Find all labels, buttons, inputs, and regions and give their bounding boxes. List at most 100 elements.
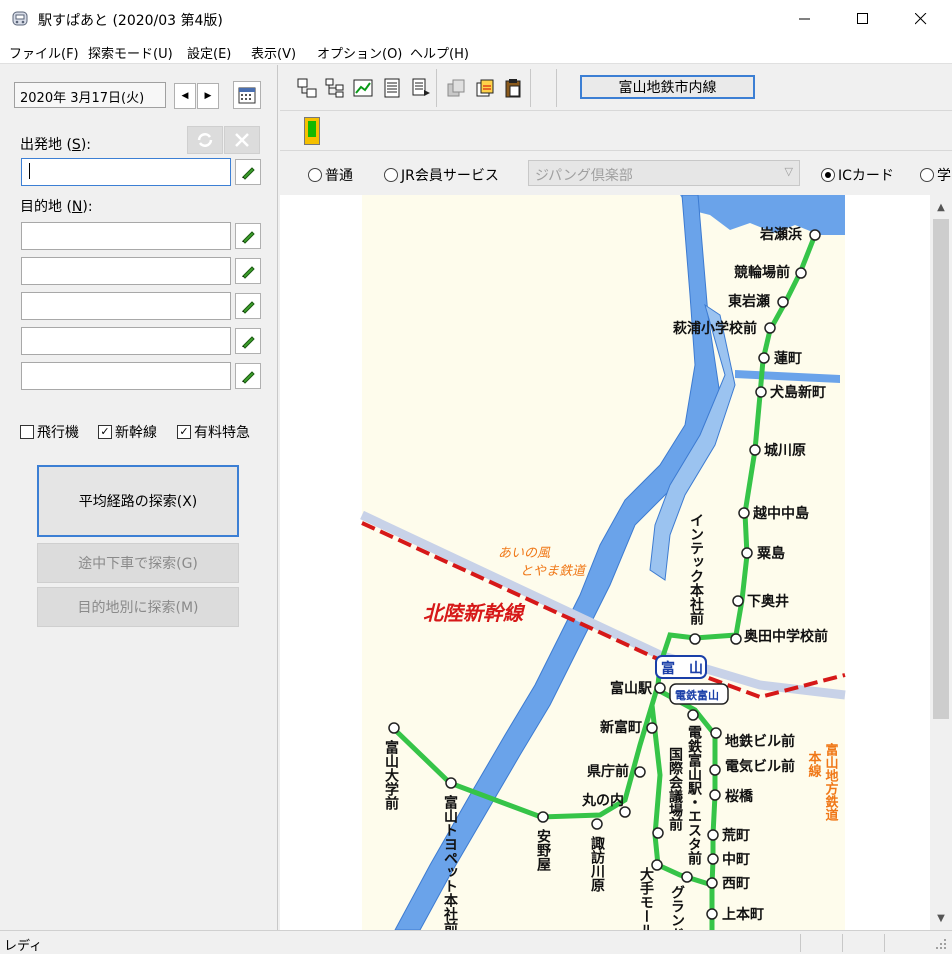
fare-normal-radio[interactable]: 普通 (308, 165, 353, 185)
graph-icon[interactable] (352, 77, 374, 99)
scrollbar-thumb[interactable] (933, 219, 949, 719)
close-button[interactable] (892, 0, 950, 38)
station-label: 大手モール (638, 866, 654, 930)
radio-circle (920, 168, 934, 182)
menu-file[interactable]: ファイル(F) (9, 43, 79, 62)
airplane-checkbox[interactable]: 飛行機 (20, 422, 79, 442)
menu-help[interactable]: ヘルプ(H) (410, 43, 469, 62)
destination-pick-button-2[interactable] (235, 258, 261, 284)
pencil-icon (242, 336, 255, 349)
prev-date-button[interactable]: ◀ (174, 83, 196, 109)
station-label: 国際会議場前 (667, 747, 683, 832)
calendar-button[interactable] (233, 81, 261, 109)
fare-student-radio[interactable]: 学 (920, 165, 951, 185)
destination-pick-button-4[interactable] (235, 328, 261, 354)
menu-options[interactable]: オプション(O) (317, 43, 402, 62)
destination-input-5[interactable] (21, 362, 231, 390)
average-route-search-button[interactable]: 平均経路の探索(X) (37, 465, 239, 537)
maximize-button[interactable] (834, 0, 892, 38)
window-title: 駅すぱあと (2020/03 第4版) (38, 13, 223, 29)
departure-pick-button[interactable] (235, 159, 261, 185)
signal-icon[interactable] (304, 117, 320, 145)
scroll-down-icon[interactable]: ▼ (930, 908, 952, 928)
scroll-up-icon[interactable]: ▲ (930, 197, 952, 217)
status-bar: レディ (0, 930, 952, 954)
station-label: 富山トヨペット本社前 (442, 794, 459, 930)
station-label: 中町 (722, 851, 750, 868)
signal-light (308, 121, 316, 137)
menu-view[interactable]: 表示(V) (251, 43, 296, 62)
station-label: 富山駅 (610, 680, 653, 697)
swap-button[interactable] (187, 126, 223, 154)
station-label: 東岩瀬 (728, 293, 770, 310)
destination-input-3[interactable] (21, 292, 231, 320)
destination-input-2[interactable] (21, 257, 231, 285)
fare-ic-card-radio[interactable]: ICカード (821, 165, 894, 185)
date-display[interactable]: 2020年 3月17日(火) (14, 82, 166, 108)
chitetsu-name-2: 本線 (806, 750, 822, 778)
destination-pick-button-1[interactable] (235, 223, 261, 249)
destination-search-button[interactable]: 目的地別に探索(M) (37, 587, 239, 627)
discount-select[interactable]: ジパング倶楽部 ▽ (528, 160, 800, 186)
route-icon[interactable] (296, 77, 318, 99)
station-label: 富山大学前 (383, 739, 399, 811)
toolbar-separator (530, 69, 531, 107)
dentetsu-toyama-badge-text: 電鉄富山 (675, 688, 719, 702)
minimize-button[interactable] (776, 0, 834, 38)
status-text: レディ (4, 939, 43, 954)
toolbar-separator (556, 69, 557, 107)
menu-settings[interactable]: 設定(E) (187, 43, 231, 62)
print-list-icon[interactable] (410, 77, 432, 99)
swap-icon (197, 133, 213, 147)
route-tree-icon[interactable] (324, 77, 346, 99)
route-map[interactable]: 岩瀬浜 競輪場前 東岩瀬 萩浦小学校前 蓮町 犬島新町 城川原 越中中島 粟島 … (280, 195, 930, 930)
destination-label: 目的地 (N): (20, 199, 93, 215)
fare-jr-member-radio[interactable]: JR会員サービス (384, 165, 499, 185)
limited-express-checkbox[interactable]: ✓ 有料特急 (177, 422, 250, 442)
resize-grip-icon[interactable] (936, 939, 948, 951)
title-bar: 駅すぱあと (2020/03 第4版) (0, 0, 952, 38)
station-label: 上本町 (722, 906, 764, 923)
shinkansen-checkbox[interactable]: ✓ 新幹線 (98, 422, 157, 442)
export-icon[interactable] (474, 77, 496, 99)
station-label: 岩瀬浜 (759, 226, 802, 243)
radio-circle (384, 168, 398, 182)
station-label: 地鉄ビル前 (725, 733, 795, 750)
menu-search-mode[interactable]: 探索モード(U) (88, 43, 173, 62)
next-date-button[interactable]: ▶ (197, 83, 219, 109)
ainokaze-name-2: とやま鉄道 (520, 564, 587, 579)
chevron-down-icon: ▽ (784, 165, 793, 178)
destination-input-1[interactable] (21, 222, 231, 250)
fare-options-bar: 普通 JR会員サービス ジパング倶楽部 ▽ ICカード 学 (280, 152, 952, 194)
text-caret (29, 163, 30, 179)
station-label: 県庁前 (587, 763, 629, 780)
departure-label: 出発地 (S): (20, 137, 91, 153)
toolbar-separator (436, 69, 437, 107)
toolbar: 富山地鉄市内線 (280, 65, 952, 111)
list-icon[interactable] (381, 77, 403, 99)
clear-button[interactable] (224, 126, 260, 154)
station-label: 下奥井 (747, 593, 789, 610)
status-divider (842, 934, 843, 952)
copy-icon[interactable] (446, 77, 468, 99)
station-label: 丸の内 (581, 792, 624, 809)
arrow-left-icon: ◀ (181, 91, 189, 101)
toyama-station-badge-text: 富 山 (661, 660, 703, 677)
destination-pick-button-5[interactable] (235, 363, 261, 389)
check-icon: ✓ (98, 425, 112, 439)
map-scrollbar[interactable]: ▲ ▼ (930, 195, 952, 930)
station-label: 犬島新町 (770, 384, 826, 401)
pencil-icon (242, 167, 255, 180)
station-label: 城川原 (764, 442, 806, 459)
station-label: 諏訪川原 (589, 835, 606, 893)
maximize-icon (857, 13, 868, 24)
line-name-button[interactable]: 富山地鉄市内線 (580, 75, 755, 99)
station-label: 蓮町 (774, 350, 802, 367)
pencil-icon (242, 231, 255, 244)
ainokaze-name-1: あいの風 (498, 546, 551, 561)
destination-input-4[interactable] (21, 327, 231, 355)
stopover-search-button[interactable]: 途中下車で探索(G) (37, 543, 239, 583)
destination-pick-button-3[interactable] (235, 293, 261, 319)
clipboard-icon[interactable] (502, 77, 524, 99)
departure-input[interactable] (21, 158, 231, 186)
